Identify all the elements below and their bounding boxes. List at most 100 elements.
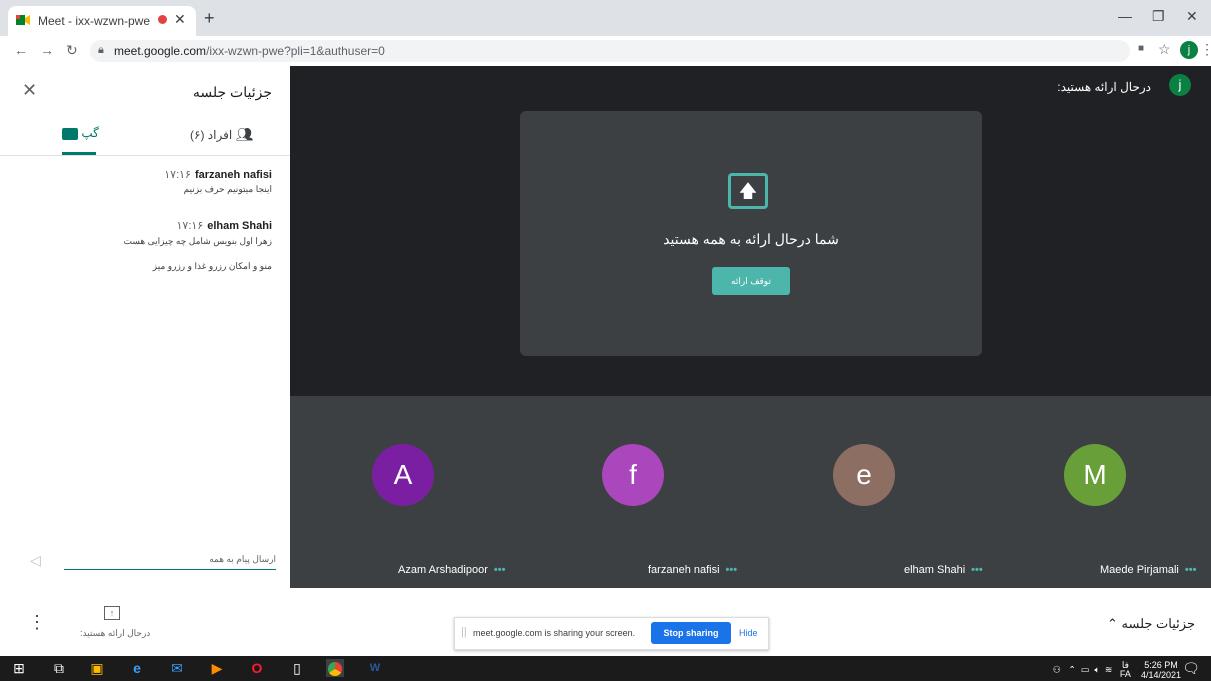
- participant-tile[interactable]: M Maede Pirjamali •••: [980, 396, 1210, 588]
- present-upload-icon: 🡅: [728, 173, 768, 209]
- participant-tiles: A Azam Arshadipoor ••• f farzaneh nafisi •…: [290, 396, 1211, 588]
- chat-input[interactable]: ارسال پیام به همه: [64, 554, 276, 565]
- participant-name-row: farzaneh nafisi •••: [648, 564, 737, 576]
- drag-handle-icon[interactable]: ||: [461, 626, 467, 638]
- participant-avatar: A: [372, 444, 434, 506]
- word-icon[interactable]: W: [366, 659, 384, 677]
- chrome-icon[interactable]: [326, 659, 344, 677]
- presenter-avatar: j: [1169, 74, 1191, 96]
- clock[interactable]: 5:26 PM 4/14/2021: [1141, 660, 1181, 680]
- present-now-icon[interactable]: ↑: [104, 606, 120, 620]
- url-text: meet.google.com/ixx-wzwn-pwe?pli=1&authu…: [114, 44, 385, 58]
- participant-name: Azam Arshadipoor: [398, 564, 488, 576]
- recording-indicator-icon: [158, 15, 167, 24]
- chevron-up-icon: ⌃: [1107, 616, 1118, 631]
- store-icon[interactable]: ▣: [88, 659, 106, 677]
- chevron-up-icon[interactable]: ⌃: [1068, 664, 1076, 674]
- panel-title: جزئیات جلسه: [192, 84, 272, 100]
- people-icon: 👥︎: [235, 126, 254, 142]
- windows-taskbar: ⊞ ⧉ ▣ e ✉ ▶ O ▯ W ⚇ ⌃ ▭ 🔈︎ ≋ فا FA 5:26 P…: [0, 656, 1211, 681]
- chat-message-time: ۱۷:۱۶: [176, 220, 204, 232]
- participant-name-row: Azam Arshadipoor •••: [398, 564, 505, 576]
- meeting-details-toggle[interactable]: جزئیات جلسه ⌃: [1107, 616, 1195, 632]
- language-indicator[interactable]: فا FA: [1120, 661, 1131, 679]
- participant-tile[interactable]: A Azam Arshadipoor •••: [290, 396, 520, 588]
- bookmark-star-icon[interactable]: ☆: [1158, 41, 1171, 58]
- window-close-button[interactable]: ✕: [1186, 8, 1198, 25]
- chat-message-sender: elham Shahi: [207, 220, 272, 232]
- lock-icon: 🔒︎: [98, 44, 104, 56]
- present-label: درحال ارائه هستید:: [80, 628, 151, 638]
- clock-time: 5:26 PM: [1144, 660, 1178, 670]
- presenting-card: 🡅 شما درحال ارائه به همه هستید توقف ارائ…: [520, 111, 982, 356]
- task-view-icon[interactable]: ⧉: [50, 659, 68, 677]
- participant-name-row: Maede Pirjamali •••: [1100, 564, 1196, 576]
- participant-name: farzaneh nafisi: [648, 564, 720, 576]
- meeting-controls-bar: ⋮ ↑ درحال ارائه هستید: جزئیات جلسه ⌃ || …: [0, 588, 1211, 656]
- opera-icon[interactable]: O: [248, 659, 266, 677]
- system-tray: ⚇ ⌃ ▭ 🔈︎ ≋ فا FA 5:26 PM 4/14/2021: [1053, 660, 1181, 680]
- meet-favicon-icon: [16, 15, 30, 25]
- presenting-message: شما درحال ارائه به همه هستید: [663, 231, 839, 247]
- reload-button[interactable]: ↻: [66, 42, 78, 59]
- meeting-details-label: جزئیات جلسه: [1121, 616, 1195, 631]
- people-icon[interactable]: ⚇: [1053, 664, 1061, 674]
- participant-options-icon[interactable]: •••: [726, 564, 738, 576]
- send-icon[interactable]: ◁: [30, 552, 41, 569]
- sharing-message: meet.google.com is sharing your screen.: [473, 628, 636, 638]
- participant-options-icon[interactable]: •••: [494, 564, 506, 576]
- participant-tile[interactable]: f farzaneh nafisi •••: [520, 396, 750, 588]
- chat-input-underline: [64, 569, 276, 570]
- browser-tab-strip: Meet - ixx-wzwn-pwe ✕ + — ❐ ✕: [0, 0, 1211, 36]
- browser-menu-icon[interactable]: ⋮: [1200, 41, 1211, 58]
- back-button[interactable]: ←: [14, 42, 28, 58]
- presentation-stage: درحال ارائه هستید: j 🡅 شما درحال ارائه ب…: [290, 66, 1211, 396]
- browser-tab[interactable]: Meet - ixx-wzwn-pwe ✕: [8, 6, 196, 36]
- meeting-details-panel: ✕ جزئیات جلسه 👥︎ افراد (۶) گپ ۱۷:۱۶ farza…: [0, 66, 290, 588]
- tab-close-icon[interactable]: ✕: [174, 11, 186, 28]
- tab-people-label: افراد (۶): [190, 128, 233, 142]
- participant-name: elham Shahi: [904, 564, 966, 576]
- browser-toolbar: ← → ↻ 🔒︎ meet.google.com/ixx-wzwn-pwe?pl…: [0, 36, 1211, 67]
- presenting-label: درحال ارائه هستید:: [1057, 80, 1151, 94]
- participant-avatar: e: [833, 444, 895, 506]
- tab-chat-label: گپ: [81, 126, 99, 140]
- participant-avatar: M: [1064, 444, 1126, 506]
- panel-close-icon[interactable]: ✕: [22, 80, 37, 101]
- divider: [0, 155, 290, 156]
- media-player-icon[interactable]: ▶: [208, 659, 226, 677]
- file-icon[interactable]: ▯: [288, 659, 306, 677]
- tab-chat[interactable]: گپ: [62, 126, 99, 140]
- clock-date: 4/14/2021: [1140, 670, 1181, 680]
- camera-icon[interactable]: ■: [1138, 43, 1144, 54]
- forward-button[interactable]: →: [40, 42, 54, 58]
- participant-name: Maede Pirjamali: [1100, 564, 1179, 576]
- new-tab-button[interactable]: +: [204, 8, 215, 29]
- mail-icon[interactable]: ✉: [168, 659, 186, 677]
- more-options-icon[interactable]: ⋮: [28, 612, 46, 633]
- battery-icon[interactable]: ▭: [1081, 664, 1090, 674]
- windows-start-icon[interactable]: ⊞: [10, 659, 28, 677]
- tab-title: Meet - ixx-wzwn-pwe: [38, 14, 151, 28]
- profile-avatar[interactable]: j: [1180, 41, 1198, 59]
- stop-sharing-button[interactable]: Stop sharing: [651, 622, 731, 644]
- stop-presenting-button[interactable]: توقف ارائه: [712, 267, 790, 295]
- address-bar[interactable]: 🔒︎ meet.google.com/ixx-wzwn-pwe?pli=1&au…: [90, 40, 1130, 62]
- volume-icon[interactable]: 🔈︎: [1094, 664, 1099, 674]
- notifications-icon[interactable]: 🗨︎: [1182, 659, 1200, 677]
- hide-button[interactable]: Hide: [739, 628, 758, 638]
- minimize-button[interactable]: —: [1118, 8, 1132, 24]
- maximize-button[interactable]: ❐: [1152, 8, 1165, 25]
- wifi-icon[interactable]: ≋: [1105, 664, 1113, 674]
- chat-message-header: ۱۷:۱۶ elham Shahi: [177, 219, 273, 232]
- participant-tile[interactable]: e elham Shahi •••: [750, 396, 983, 588]
- screen-sharing-notification: || meet.google.com is sharing your scree…: [454, 617, 769, 650]
- chat-message-text: اینجا میتونیم حرف بزنیم: [183, 184, 272, 194]
- edge-icon[interactable]: e: [128, 659, 146, 677]
- chat-message-time: ۱۷:۱۶: [164, 169, 191, 181]
- participant-options-icon[interactable]: •••: [1185, 564, 1197, 576]
- language-bottom: FA: [1119, 669, 1131, 679]
- tab-people[interactable]: 👥︎ افراد (۶): [190, 126, 253, 143]
- chat-message-text: زهرا اول بنویس شامل چه چیزایی هست: [123, 236, 272, 246]
- chat-message-sender: farzaneh nafisi: [194, 169, 272, 181]
